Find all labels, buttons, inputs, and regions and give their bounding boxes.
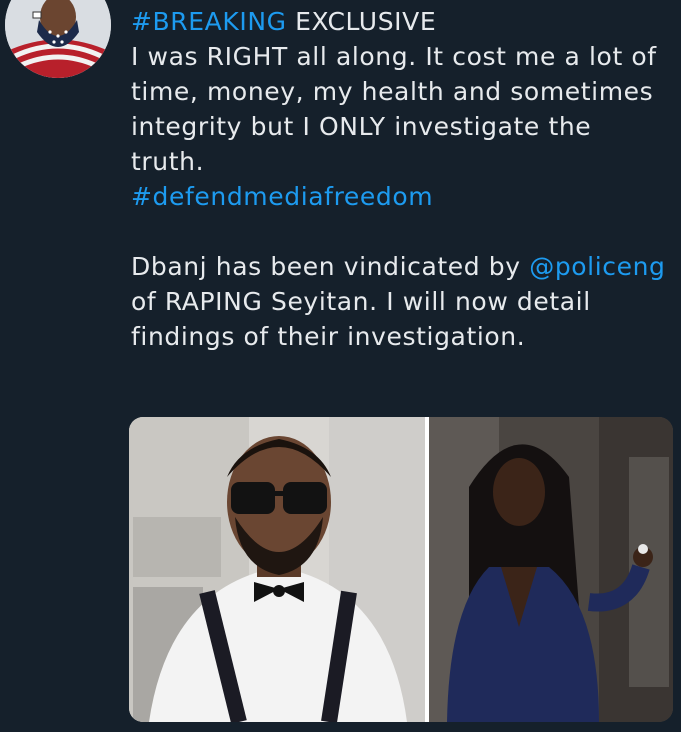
tweet-line-7-text: Dbanj has been vindicated by [131, 252, 530, 281]
tweet-line-2: I was RIGHT all along. It cost me a lot … [131, 42, 657, 71]
tweet-text: #BREAKING EXCLUSIVE I was RIGHT all alon… [131, 4, 679, 354]
tweet-line-9: findings of their investigation. [131, 322, 526, 351]
hashtag-breaking[interactable]: #BREAKING [131, 7, 287, 36]
tweet-line-3: time, money, my health and sometimes [131, 77, 654, 106]
tweet-media-image[interactable] [129, 417, 673, 722]
tweet-line-1: #BREAKING EXCLUSIVE [131, 4, 679, 39]
tweet-line-5: truth. [131, 147, 205, 176]
profile-avatar[interactable] [5, 0, 111, 78]
tweet: #BREAKING EXCLUSIVE I was RIGHT all alon… [0, 0, 681, 732]
hashtag-defendmediafreedom[interactable]: #defendmediafreedom [131, 179, 679, 214]
tweet-line-4: integrity but I ONLY investigate the [131, 112, 592, 141]
tweet-line-7: Dbanj has been vindicated by @policeng [131, 249, 679, 284]
mention-policeng[interactable]: @policeng [529, 252, 665, 281]
tweet-line-8: of RAPING Seyitan. I will now detail [131, 287, 591, 316]
tweet-line-1-text: EXCLUSIVE [286, 7, 437, 36]
